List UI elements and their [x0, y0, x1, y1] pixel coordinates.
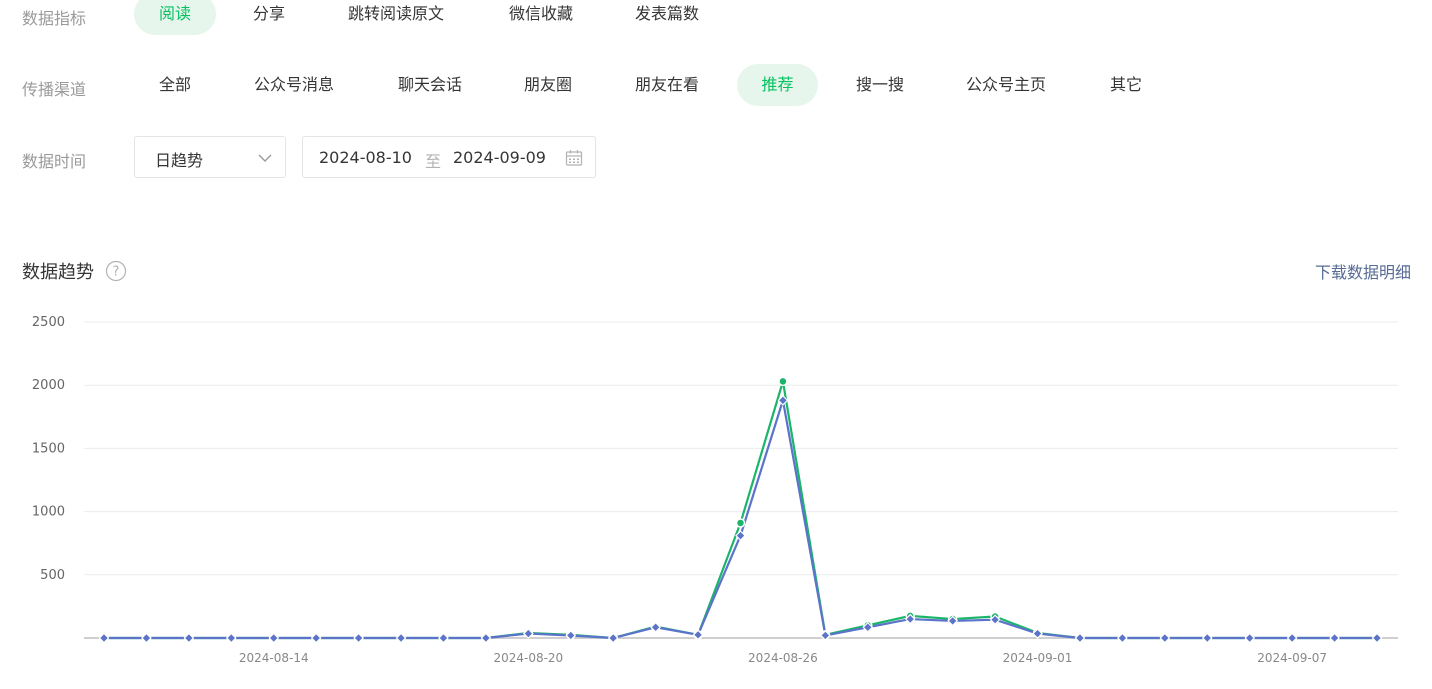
- x-tick-label: 2024-09-01: [1003, 651, 1073, 665]
- channel-option-other[interactable]: 其它: [1094, 64, 1158, 106]
- x-tick-label: 2024-08-14: [239, 651, 309, 665]
- trend-chart: 500 1000 1500 2000 2500 2024-08-14 2024-08-20…: [32, 315, 1398, 665]
- channel-filter-label: 传播渠道: [22, 80, 87, 99]
- download-data-link[interactable]: 下载数据明细: [1315, 259, 1411, 283]
- x-tick-label: 2024-09-07: [1257, 651, 1327, 665]
- channel-option-oa-homepage[interactable]: 公众号主页: [952, 64, 1060, 106]
- y-tick-label: 500: [40, 568, 65, 583]
- metric-option-read[interactable]: 阅读: [134, 0, 216, 35]
- start-date-input[interactable]: 2024-08-10: [319, 148, 412, 167]
- metric-option-favorite[interactable]: 微信收藏: [494, 0, 588, 35]
- svg-text:?: ?: [113, 265, 120, 280]
- y-tick-label: 1500: [32, 441, 65, 456]
- x-tick-label: 2024-08-20: [493, 651, 563, 665]
- time-filter-label: 数据时间: [22, 152, 87, 171]
- granularity-value: 日趋势: [155, 151, 204, 170]
- data-point-series-1[interactable]: [778, 376, 788, 387]
- y-tick-label: 2500: [32, 315, 65, 330]
- channel-option-chat[interactable]: 聊天会话: [384, 64, 476, 106]
- date-range-picker[interactable]: 2024-08-10 至 2024-09-09: [302, 136, 596, 178]
- channel-option-recommend[interactable]: 推荐: [737, 64, 818, 106]
- channel-option-oa-message[interactable]: 公众号消息: [240, 64, 348, 106]
- section-title: 数据趋势: [22, 262, 94, 283]
- help-circle-icon[interactable]: ?: [105, 260, 127, 286]
- date-range-separator: 至: [425, 152, 442, 171]
- end-date-input[interactable]: 2024-09-09: [453, 148, 546, 167]
- x-tick-label: 2024-08-26: [748, 651, 818, 665]
- metric-option-read-original[interactable]: 跳转阅读原文: [336, 0, 456, 35]
- metric-option-post-count[interactable]: 发表篇数: [620, 0, 714, 35]
- series-line-1: [104, 380, 1377, 640]
- granularity-select[interactable]: 日趋势: [134, 136, 286, 178]
- metric-option-share[interactable]: 分享: [232, 0, 306, 35]
- y-tick-label: 2000: [32, 378, 65, 393]
- channel-option-all[interactable]: 全部: [138, 64, 212, 106]
- channel-option-moments[interactable]: 朋友圈: [508, 64, 588, 106]
- metric-filter-label: 数据指标: [22, 9, 87, 28]
- data-point-series-1[interactable]: [735, 518, 746, 528]
- y-tick-label: 1000: [32, 505, 65, 520]
- calendar-icon[interactable]: [565, 149, 583, 171]
- channel-option-friends-watching[interactable]: 朋友在看: [620, 64, 714, 106]
- channel-option-search[interactable]: 搜一搜: [842, 64, 918, 106]
- chevron-down-icon: [257, 150, 273, 170]
